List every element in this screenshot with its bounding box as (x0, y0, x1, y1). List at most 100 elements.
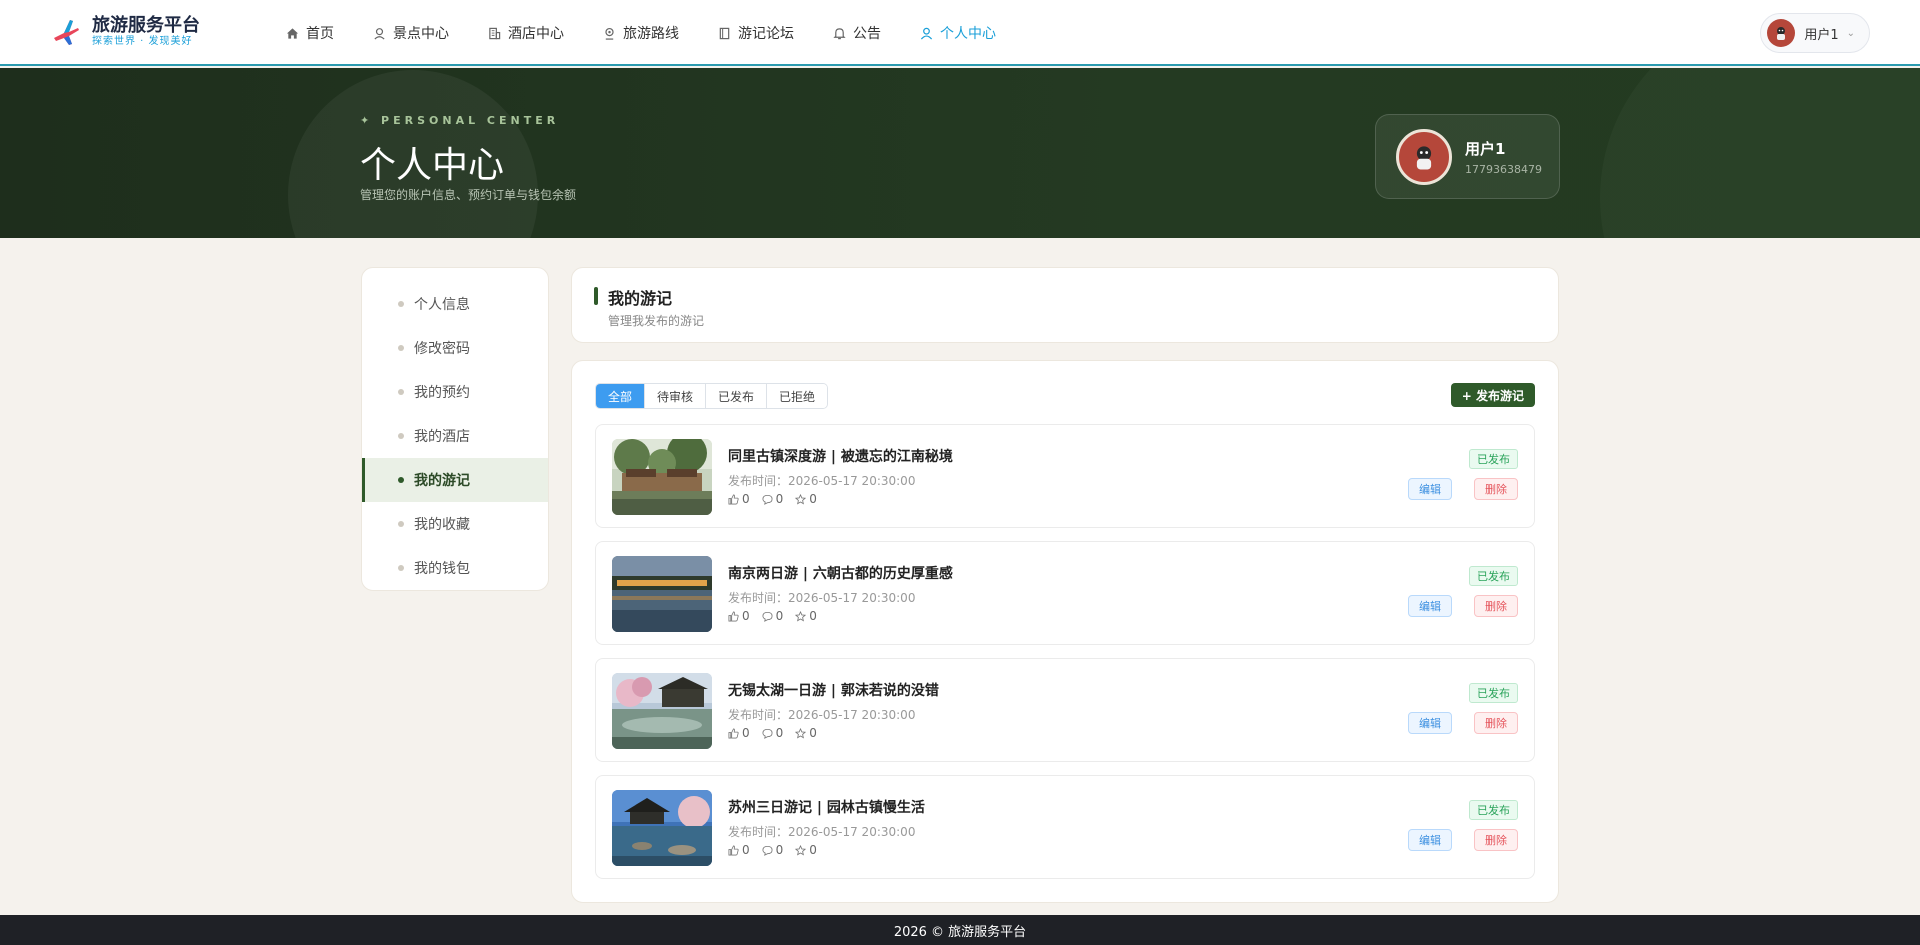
edit-button[interactable]: 编辑 (1408, 712, 1452, 734)
sidebar-menu: 个人信息 修改密码 我的预约 我的酒店 我的游记 我的收藏 我的钱包 (361, 267, 549, 591)
status-filter-tabs: 全部 待审核 已发布 已拒绝 (595, 383, 829, 409)
tab-pending[interactable]: 待审核 (645, 384, 707, 408)
publish-time: 发布时间：2026-05-17 20:30:00 (728, 591, 916, 605)
sidebar-item-reservations[interactable]: 我的预约 (362, 370, 548, 414)
star-count: 0 (809, 843, 817, 857)
hero-description: 管理您的账户信息、预约订单与钱包余额 (360, 188, 577, 202)
bullet-dot (398, 389, 404, 395)
publish-travelogue-button[interactable]: + 发布游记 (1450, 383, 1535, 407)
accent-bar (594, 287, 598, 305)
sidebar-item-travelogues[interactable]: 我的游记 (362, 458, 548, 502)
comment-count: 0 (775, 609, 784, 623)
star-icon (795, 610, 807, 621)
brand-subtitle: 探索世界 · 发现美好 (92, 36, 193, 47)
star-count: 0 (809, 609, 817, 623)
entry-stats: 0 0 0 (728, 726, 829, 740)
sidebar-item-label: 我的酒店 (414, 429, 470, 445)
comment-count: 0 (775, 492, 784, 506)
travelogue-thumbnail[interactable] (612, 790, 712, 866)
sidebar-item-label: 我的收藏 (414, 517, 470, 533)
main-nav: 首页 景点中心 酒店中心 旅游路线 游记论坛 公告 个人中心 (285, 0, 1034, 66)
nav-item-attractions[interactable]: 景点中心 (372, 23, 449, 43)
bullet-dot (398, 521, 404, 527)
book-icon (717, 26, 731, 40)
like-count: 0 (742, 492, 750, 506)
bullet-dot (398, 477, 404, 483)
hero-banner: ✦ PERSONAL CENTER 个人中心 管理您的账户信息、预约订单与钱包余… (0, 68, 1920, 238)
like-count: 0 (742, 609, 750, 623)
nav-item-forum[interactable]: 游记论坛 (717, 23, 794, 43)
user-menu-dropdown[interactable]: 用户1 ⌄ (1760, 13, 1870, 53)
status-badge: 已发布 (1469, 566, 1518, 586)
nav-item-routes[interactable]: 旅游路线 (602, 23, 679, 43)
nav-label: 公告 (853, 26, 881, 42)
list-item[interactable]: 南京两日游 | 六朝古都的历史厚重感 发布时间：2026-05-17 20:30… (595, 541, 1535, 645)
publish-time: 发布时间：2026-05-17 20:30:00 (728, 825, 916, 839)
travelogue-title[interactable]: 无锡太湖一日游 | 郭沫若说的没错 (728, 680, 939, 700)
footer: 2026 © 旅游服务平台 (0, 915, 1920, 945)
tab-all[interactable]: 全部 (596, 384, 646, 408)
bullet-dot (398, 301, 404, 307)
sidebar-item-profile[interactable]: 个人信息 (362, 282, 548, 326)
user-name: 用户1 (1804, 27, 1839, 43)
star-icon (795, 727, 807, 738)
travelogue-thumbnail[interactable] (612, 673, 712, 749)
avatar (1767, 19, 1796, 47)
page-title: 个人中心 (360, 145, 505, 186)
delete-button[interactable]: 删除 (1474, 478, 1518, 500)
edit-button[interactable]: 编辑 (1408, 829, 1452, 851)
travelogue-title[interactable]: 南京两日游 | 六朝古都的历史厚重感 (728, 563, 953, 583)
delete-button[interactable]: 删除 (1474, 829, 1518, 851)
brand[interactable]: 旅游服务平台 探索世界 · 发现美好 (50, 16, 200, 48)
sidebar-item-wallet[interactable]: 我的钱包 (362, 546, 548, 590)
entry-stats: 0 0 0 (728, 609, 829, 623)
comment-count: 0 (775, 843, 784, 857)
nav-item-announcements[interactable]: 公告 (832, 23, 881, 43)
tab-rejected[interactable]: 已拒绝 (767, 384, 828, 408)
travelogue-title[interactable]: 同里古镇深度游 | 被遗忘的江南秘境 (728, 446, 953, 466)
profile-name: 用户1 (1465, 139, 1506, 158)
list-item[interactable]: 无锡太湖一日游 | 郭沫若说的没错 发布时间：2026-05-17 20:30:… (595, 658, 1535, 762)
sidebar-item-label: 我的游记 (414, 473, 470, 489)
decorative-circle (1600, 68, 1920, 238)
top-navbar: 旅游服务平台 探索世界 · 发现美好 首页 景点中心 酒店中心 旅游路线 游记论… (0, 0, 1920, 66)
like-icon (728, 845, 739, 855)
brand-title: 旅游服务平台 (92, 15, 200, 36)
travelogue-thumbnail[interactable] (612, 556, 712, 632)
section-subtitle: 管理我发布的游记 (608, 314, 705, 328)
travelogue-title[interactable]: 苏州三日游记 | 园林古镇慢生活 (728, 797, 925, 817)
nav-item-hotels[interactable]: 酒店中心 (487, 23, 564, 43)
status-badge: 已发布 (1469, 683, 1518, 703)
delete-button[interactable]: 删除 (1474, 595, 1518, 617)
publish-time: 发布时间：2026-05-17 20:30:00 (728, 708, 916, 722)
delete-button[interactable]: 删除 (1474, 712, 1518, 734)
like-icon (728, 494, 739, 504)
entry-stats: 0 0 0 (728, 492, 829, 506)
comment-icon (762, 494, 773, 505)
nav-label: 酒店中心 (508, 26, 564, 42)
bullet-dot (398, 345, 404, 351)
list-item[interactable]: 苏州三日游记 | 园林古镇慢生活 发布时间：2026-05-17 20:30:0… (595, 775, 1535, 879)
tab-published[interactable]: 已发布 (706, 384, 768, 408)
sidebar-item-label: 我的钱包 (414, 561, 470, 577)
like-count: 0 (742, 843, 750, 857)
sidebar-item-favorites[interactable]: 我的收藏 (362, 502, 548, 546)
comment-icon (762, 611, 773, 622)
nav-item-personal-center[interactable]: 个人中心 (919, 23, 996, 43)
list-item[interactable]: 同里古镇深度游 | 被遗忘的江南秘境 发布时间：2026-05-17 20:30… (595, 424, 1535, 528)
bullet-dot (398, 433, 404, 439)
comment-icon (762, 845, 773, 856)
user-icon (919, 26, 933, 40)
sidebar-item-label: 个人信息 (414, 297, 470, 313)
like-icon (728, 728, 739, 738)
comment-icon (762, 728, 773, 739)
nav-label: 首页 (306, 26, 334, 42)
edit-button[interactable]: 编辑 (1408, 478, 1452, 500)
travelogue-thumbnail[interactable] (612, 439, 712, 515)
edit-button[interactable]: 编辑 (1408, 595, 1452, 617)
route-icon (602, 26, 616, 40)
nav-item-home[interactable]: 首页 (285, 23, 334, 43)
sidebar-item-hotels[interactable]: 我的酒店 (362, 414, 548, 458)
nav-label: 游记论坛 (738, 26, 794, 42)
sidebar-item-change-password[interactable]: 修改密码 (362, 326, 548, 370)
